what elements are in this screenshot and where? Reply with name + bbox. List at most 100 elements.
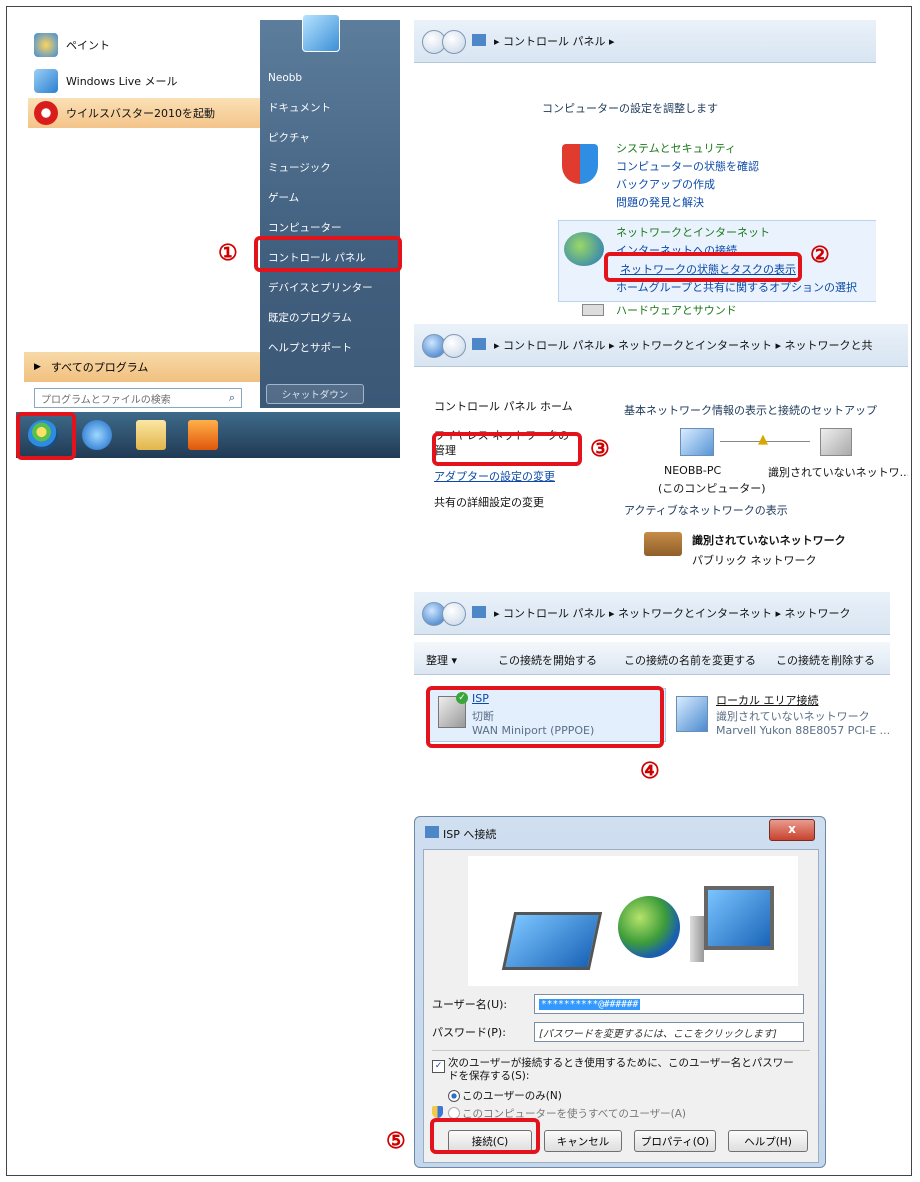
pc-sub: (このコンピューター) bbox=[658, 482, 766, 495]
username-input[interactable]: **********@###### bbox=[534, 994, 804, 1014]
folder-icon[interactable] bbox=[136, 420, 166, 450]
search-input[interactable]: プログラムとファイルの検索 ⌕ bbox=[34, 388, 242, 408]
close-button[interactable]: x bbox=[769, 819, 815, 841]
check-status-link[interactable]: コンピューターの状態を確認 bbox=[616, 158, 759, 174]
control-panel-address-bar: ▸ コントロール パネル ▸ bbox=[414, 20, 876, 63]
organize-menu[interactable]: 整理 ▾ bbox=[426, 652, 457, 668]
hardware-icon bbox=[582, 304, 604, 316]
all-programs-label: すべてのプログラム bbox=[50, 361, 149, 374]
sidebar-home-link[interactable]: コントロール パネル ホーム bbox=[434, 398, 573, 414]
properties-button[interactable]: プロパティ(O) bbox=[634, 1130, 716, 1152]
start-item-paint[interactable]: ペイント bbox=[34, 30, 260, 60]
sidebar-adapter-settings-link[interactable]: アダプターの設定の変更 bbox=[434, 468, 555, 484]
step-5-label: ⑤ bbox=[386, 1128, 406, 1154]
username-value: **********@###### bbox=[539, 998, 641, 1010]
highlight-network-status bbox=[604, 252, 802, 282]
dialog-illustration bbox=[468, 856, 798, 986]
arrow-right-icon: ▶ bbox=[34, 362, 41, 372]
user-picture-icon bbox=[302, 14, 340, 52]
lan-status: 識別されていないネットワーク bbox=[716, 710, 870, 723]
page-title: コンピューターの設定を調整します bbox=[542, 102, 718, 115]
sidebar-sharing-link[interactable]: 共有の詳細設定の変更 bbox=[434, 494, 544, 510]
shutdown-button[interactable]: シャットダウン bbox=[266, 384, 364, 404]
save-credentials-checkbox[interactable]: ✓ bbox=[432, 1060, 445, 1073]
desktop-monitor-icon bbox=[704, 886, 774, 950]
radio-this-user[interactable] bbox=[448, 1090, 460, 1102]
bench-icon bbox=[644, 532, 682, 556]
start-right-computer[interactable]: コンピューター bbox=[268, 220, 342, 235]
start-menu-programs: ペイント Windows Live メール ウイルスバスター2010を起動 bbox=[24, 20, 260, 364]
forward-button[interactable] bbox=[442, 30, 466, 54]
step-3-label: ③ bbox=[590, 436, 610, 462]
breadcrumb[interactable]: ▸ コントロール パネル ▸ ネットワークとインターネット ▸ ネットワークと共 bbox=[494, 337, 873, 353]
lan-name[interactable]: ローカル エリア接続 bbox=[716, 692, 819, 708]
troubleshoot-link[interactable]: 問題の発見と解決 bbox=[616, 194, 704, 210]
step-2-label: ② bbox=[810, 242, 830, 268]
security-shield-icon bbox=[562, 144, 598, 184]
search-placeholder: プログラムとファイルの検索 bbox=[41, 394, 171, 406]
password-label: パスワード(P): bbox=[432, 1026, 506, 1039]
main-title: 基本ネットワーク情報の表示と接続のセットアップ bbox=[624, 404, 877, 417]
breadcrumb[interactable]: ▸ コントロール パネル ▸ bbox=[494, 33, 615, 49]
start-right-help[interactable]: ヘルプとサポート bbox=[268, 340, 352, 355]
forward-button[interactable] bbox=[442, 602, 466, 626]
start-right-devices[interactable]: デバイスとプリンター bbox=[268, 280, 373, 295]
start-right-games[interactable]: ゲーム bbox=[268, 190, 299, 205]
highlight-start-button bbox=[16, 412, 76, 460]
desktop-tower-icon bbox=[690, 916, 704, 962]
help-button[interactable]: ヘルプ(H) bbox=[728, 1130, 808, 1152]
network-small-icon bbox=[472, 338, 486, 350]
network-small-icon bbox=[472, 606, 486, 618]
start-item-live-mail[interactable]: Windows Live メール bbox=[34, 66, 260, 96]
start-right-music[interactable]: ミュージック bbox=[268, 160, 331, 175]
system-security-link[interactable]: システムとセキュリティ bbox=[616, 140, 736, 156]
paint-icon bbox=[34, 33, 58, 57]
all-programs-item[interactable]: ▶ すべてのプログラム bbox=[24, 352, 260, 382]
unknown-network-icon bbox=[820, 428, 852, 456]
media-player-icon[interactable] bbox=[188, 420, 218, 450]
connections-address-bar: ▸ コントロール パネル ▸ ネットワークとインターネット ▸ ネットワーク bbox=[414, 592, 890, 635]
rename-connection-button[interactable]: この接続の名前を変更する bbox=[624, 652, 756, 668]
active-networks-title: アクティブなネットワークの表示 bbox=[624, 504, 788, 517]
start-item-label: Windows Live メール bbox=[66, 75, 178, 88]
cancel-button[interactable]: キャンセル bbox=[544, 1130, 622, 1152]
virusbuster-icon bbox=[34, 101, 58, 125]
lan-connection-icon bbox=[676, 696, 708, 732]
computer-icon bbox=[680, 428, 714, 456]
dialog-network-icon bbox=[425, 826, 439, 838]
network-type: パブリック ネットワーク bbox=[692, 554, 817, 567]
command-bar: 整理 ▾ この接続を開始する この接続の名前を変更する この接続を削除する bbox=[414, 642, 890, 675]
dialog-body: ユーザー名(U): **********@###### パスワード(P): [パ… bbox=[423, 849, 819, 1163]
step-1-label: ① bbox=[218, 240, 238, 266]
start-menu-places: Neobb ドキュメント ピクチャ ミュージック ゲーム コンピューター コント… bbox=[260, 20, 400, 408]
start-right-pictures[interactable]: ピクチャ bbox=[268, 130, 310, 145]
network-center-address-bar: ▸ コントロール パネル ▸ ネットワークとインターネット ▸ ネットワークと共 bbox=[414, 324, 908, 367]
network-internet-link[interactable]: ネットワークとインターネット bbox=[616, 224, 770, 240]
start-right-default-programs[interactable]: 既定のプログラム bbox=[268, 310, 352, 325]
start-item-label: ウイルスバスター2010を起動 bbox=[66, 107, 215, 120]
dialog-title: ISP へ接続 bbox=[443, 828, 497, 841]
password-input[interactable]: [パスワードを変更するには、ここをクリックします] bbox=[534, 1022, 804, 1042]
globe-icon bbox=[618, 896, 680, 958]
highlight-connect-button bbox=[430, 1118, 540, 1154]
backup-link[interactable]: バックアップの作成 bbox=[616, 176, 715, 192]
hardware-sound-link[interactable]: ハードウェアとサウンド bbox=[616, 302, 737, 318]
warning-icon: ▲ bbox=[758, 432, 768, 447]
start-item-label: ペイント bbox=[66, 39, 110, 52]
internet-explorer-icon[interactable] bbox=[82, 420, 112, 450]
search-icon: ⌕ bbox=[228, 391, 235, 404]
lan-device: Marvell Yukon 88E8057 PCI-E ... bbox=[716, 724, 890, 737]
start-item-virusbuster[interactable]: ウイルスバスター2010を起動 bbox=[28, 98, 260, 128]
start-right-user[interactable]: Neobb bbox=[268, 72, 302, 84]
start-connection-button[interactable]: この接続を開始する bbox=[498, 652, 597, 668]
start-right-documents[interactable]: ドキュメント bbox=[268, 100, 331, 115]
pc-name: NEOBB-PC bbox=[664, 464, 722, 477]
breadcrumb[interactable]: ▸ コントロール パネル ▸ ネットワークとインターネット ▸ ネットワーク bbox=[494, 605, 851, 621]
delete-connection-button[interactable]: この接続を削除する bbox=[776, 652, 875, 668]
highlight-isp-connection bbox=[426, 686, 664, 748]
connect-dialog: ISP へ接続 x ユーザー名(U): **********@###### パス… bbox=[414, 816, 826, 1168]
divider bbox=[432, 1050, 810, 1051]
forward-button[interactable] bbox=[442, 334, 466, 358]
radio-this-user-label: このユーザーのみ(N) bbox=[462, 1090, 562, 1102]
step-4-label: ④ bbox=[640, 758, 660, 784]
